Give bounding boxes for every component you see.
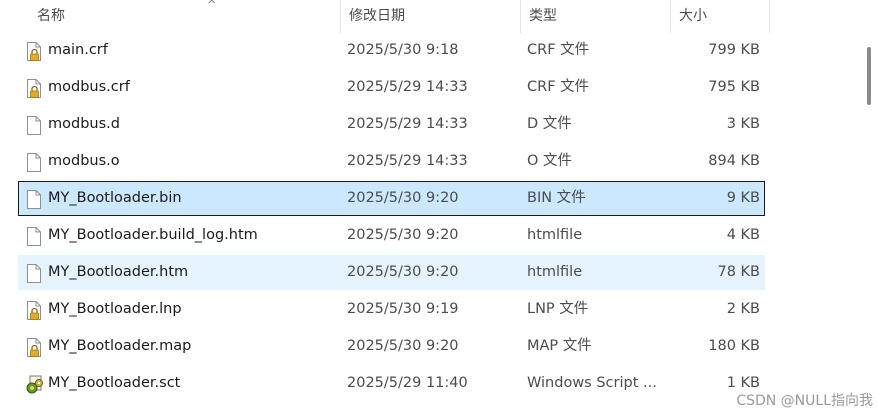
file-name: MY_Bootloader.build_log.htm [48, 227, 258, 243]
file-modified-date: 2025/5/29 14:33 [347, 153, 468, 169]
file-name: MY_Bootloader.htm [48, 264, 189, 280]
file-name: MY_Bootloader.map [48, 338, 192, 354]
file-size: 2 KB [726, 301, 760, 317]
file-type: MAP 文件 [527, 338, 592, 354]
file-row[interactable]: MY_Bootloader.map 2025/5/30 9:20 MAP 文件 180… [18, 329, 765, 364]
file-size: 78 KB [717, 264, 760, 280]
column-header-size[interactable]: 大小 [670, 0, 770, 33]
file-size: 795 KB [708, 79, 760, 95]
file-row[interactable]: MY_Bootloader.bin 2025/5/30 9:20 BIN 文件 9 K… [18, 181, 765, 216]
file-icon [25, 189, 43, 210]
file-name: modbus.d [48, 116, 120, 132]
file-name: MY_Bootloader.sct [48, 375, 181, 391]
file-modified-date: 2025/5/30 9:20 [347, 190, 459, 206]
vertical-scrollbar[interactable] [859, 0, 879, 416]
file-icon [25, 263, 43, 284]
file-modified-date: 2025/5/30 9:20 [347, 227, 459, 243]
file-type: O 文件 [527, 153, 573, 169]
file-type: LNP 文件 [527, 301, 589, 317]
file-row[interactable]: MY_Bootloader.lnp 2025/5/30 9:19 LNP 文件 2 K… [18, 292, 765, 327]
locked-file-icon [25, 337, 43, 358]
file-type: CRF 文件 [527, 42, 590, 58]
file-row[interactable]: MY_Bootloader.build_log.htm 2025/5/30 9:2… [18, 218, 765, 253]
file-type: Windows Script ... [527, 375, 657, 391]
file-size: 799 KB [708, 42, 760, 58]
file-row[interactable]: main.crf 2025/5/30 9:18 CRF 文件 799 KB [18, 33, 765, 68]
file-name: MY_Bootloader.lnp [48, 301, 182, 317]
file-row[interactable]: modbus.d 2025/5/29 14:33 D 文件 3 KB [18, 107, 765, 142]
file-modified-date: 2025/5/30 9:18 [347, 42, 459, 58]
locked-file-icon [25, 41, 43, 62]
locked-file-icon [25, 78, 43, 99]
column-header-name[interactable]: 名称 ^ [29, 0, 340, 33]
column-header-type[interactable]: 类型 [520, 0, 670, 33]
file-size: 3 KB [726, 116, 760, 132]
column-header-date[interactable]: 修改日期 [340, 0, 520, 33]
file-size: 9 KB [726, 190, 760, 206]
file-row[interactable]: MY_Bootloader.htm 2025/5/30 9:20 htmlfile 7… [18, 255, 765, 290]
file-size: 4 KB [726, 227, 760, 243]
file-modified-date: 2025/5/29 11:40 [347, 375, 468, 391]
file-name: main.crf [48, 42, 108, 58]
file-name: MY_Bootloader.bin [48, 190, 182, 206]
file-size: 894 KB [708, 153, 760, 169]
file-name: modbus.o [48, 153, 120, 169]
file-modified-date: 2025/5/30 9:19 [347, 301, 459, 317]
file-icon [25, 152, 43, 173]
script-file-icon [25, 374, 43, 395]
file-modified-date: 2025/5/29 14:33 [347, 116, 468, 132]
file-row[interactable]: modbus.o 2025/5/29 14:33 O 文件 894 KB [18, 144, 765, 179]
file-modified-date: 2025/5/30 9:20 [347, 338, 459, 354]
file-icon [25, 226, 43, 247]
file-type: CRF 文件 [527, 79, 590, 95]
scrollbar-thumb[interactable] [867, 47, 871, 105]
file-name: modbus.crf [48, 79, 130, 95]
column-header-name-label: 名称 [37, 8, 65, 24]
column-header: 名称 ^ 修改日期 类型 大小 [0, 0, 770, 33]
locked-file-icon [25, 300, 43, 321]
watermark: CSDN @NULL指向我 [736, 393, 873, 409]
file-type: D 文件 [527, 116, 572, 132]
file-icon [25, 115, 43, 136]
file-size: 180 KB [708, 338, 760, 354]
file-modified-date: 2025/5/29 14:33 [347, 79, 468, 95]
sort-ascending-icon: ^ [207, 0, 217, 11]
file-type: htmlfile [527, 227, 583, 243]
file-modified-date: 2025/5/30 9:20 [347, 264, 459, 280]
file-row[interactable]: modbus.crf 2025/5/29 14:33 CRF 文件 795 KB [18, 70, 765, 105]
file-row[interactable]: MY_Bootloader.sct 2025/5/29 11:40 Windows … [18, 366, 765, 401]
file-explorer-view: 名称 ^ 修改日期 类型 大小 main.crf 2025/5/30 9:18 CR… [0, 0, 879, 416]
file-type: BIN 文件 [527, 190, 586, 206]
file-type: htmlfile [527, 264, 583, 280]
